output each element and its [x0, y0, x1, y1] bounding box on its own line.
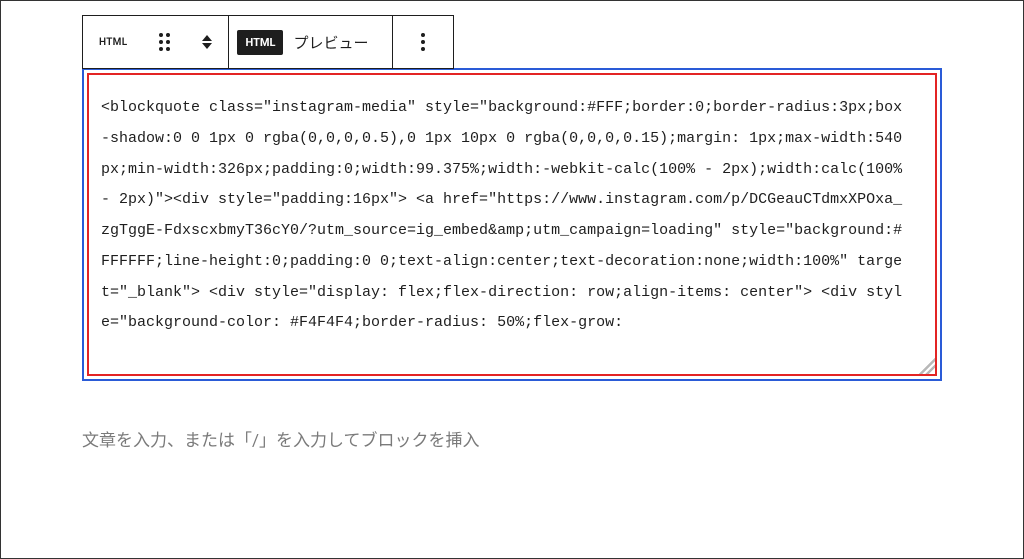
mover-icon	[196, 35, 218, 49]
block-type-label: HTML	[93, 37, 133, 48]
more-options-button[interactable]	[393, 16, 453, 68]
block-toolbar: HTML HTML プレビュー	[82, 15, 454, 69]
block-switcher-group: HTML	[83, 16, 229, 68]
html-code-highlight	[87, 73, 937, 376]
block-mover[interactable]	[186, 16, 228, 68]
block-type-button[interactable]: HTML	[83, 16, 143, 68]
html-tab[interactable]: HTML プレビュー	[229, 16, 392, 68]
more-vertical-icon	[403, 33, 443, 51]
chevron-up-icon	[202, 35, 212, 41]
html-tab-group: HTML プレビュー	[229, 16, 393, 68]
more-options-group	[393, 16, 453, 68]
html-code-textarea[interactable]	[89, 75, 935, 370]
editor-area: HTML HTML プレビュー	[82, 15, 942, 451]
editor-frame: HTML HTML プレビュー	[0, 0, 1024, 559]
preview-tab-label: プレビュー	[283, 32, 382, 53]
drag-handle-icon	[153, 33, 176, 51]
html-block-selected	[82, 68, 942, 381]
appender-placeholder: 文章を入力、または「/」を入力してブロックを挿入	[82, 431, 480, 451]
drag-handle[interactable]	[143, 16, 186, 68]
html-badge: HTML	[237, 30, 283, 55]
chevron-down-icon	[202, 43, 212, 49]
block-appender[interactable]: 文章を入力、または「/」を入力してブロックを挿入	[82, 426, 942, 451]
